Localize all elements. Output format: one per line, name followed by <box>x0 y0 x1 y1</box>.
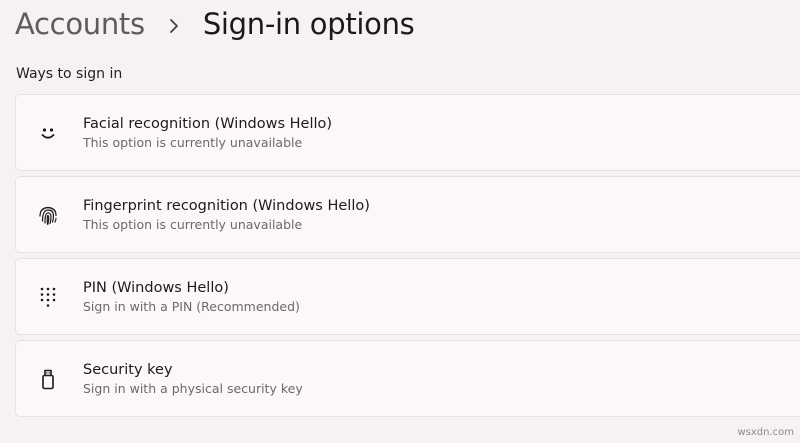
option-facial-recognition[interactable]: Facial recognition (Windows Hello) This … <box>15 94 800 171</box>
breadcrumb: Accounts Sign-in options <box>15 0 415 48</box>
section-title: Ways to sign in <box>16 66 123 82</box>
option-title: Fingerprint recognition (Windows Hello) <box>83 197 370 214</box>
option-security-key[interactable]: Security key Sign in with a physical sec… <box>15 340 800 417</box>
option-title: Facial recognition (Windows Hello) <box>83 115 333 132</box>
breadcrumb-accounts-link[interactable]: Accounts <box>15 7 145 41</box>
option-title: Security key <box>83 361 173 378</box>
option-subtitle: Sign in with a PIN (Recommended) <box>83 298 300 314</box>
chevron-right-icon <box>163 15 185 37</box>
option-subtitle: Sign in with a physical security key <box>83 380 303 396</box>
fingerprint-icon <box>36 203 60 227</box>
option-fingerprint-recognition[interactable]: Fingerprint recognition (Windows Hello) … <box>15 176 800 253</box>
keypad-icon <box>36 285 60 309</box>
page-title: Sign-in options <box>202 7 415 41</box>
option-subtitle: This option is currently unavailable <box>83 216 303 232</box>
option-subtitle: This option is currently unavailable <box>83 134 303 150</box>
sign-in-options-list: Facial recognition (Windows Hello) This … <box>15 94 800 422</box>
option-pin[interactable]: PIN (Windows Hello) Sign in with a PIN (… <box>15 258 800 335</box>
smiley-face-icon <box>36 121 60 145</box>
usb-key-icon <box>36 367 60 391</box>
option-title: PIN (Windows Hello) <box>83 279 229 296</box>
watermark: wsxdn.com <box>737 427 794 438</box>
